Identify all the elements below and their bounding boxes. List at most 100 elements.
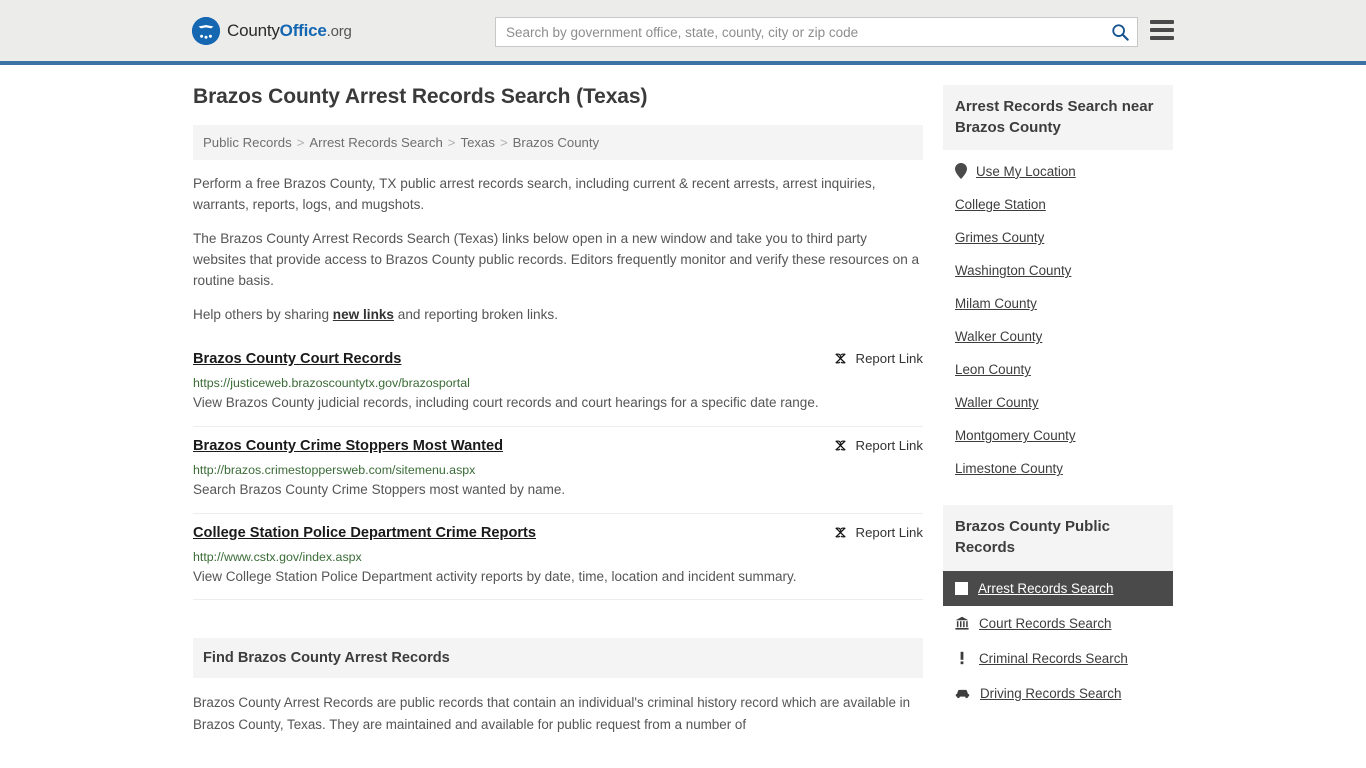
sidebar-item-waller-county[interactable]: Waller County [943,386,1173,419]
sidebar-link-milam-county[interactable]: Milam County [955,296,1037,311]
find-records-paragraph: Brazos County Arrest Records are public … [193,695,911,732]
nearby-search-heading: Arrest Records Search near Brazos County [955,98,1154,136]
sidebar-link-court-records-search[interactable]: Court Records Search [979,616,1111,631]
sidebar-item-leon-county[interactable]: Leon County [943,353,1173,386]
result-item: Brazos County Crime Stoppers Most Wanted [193,427,923,514]
fingerprint-square-icon [955,581,968,595]
sidebar-link-use-my-location[interactable]: Use My Location [976,164,1076,179]
result-header: College Station Police Department Crime … [193,524,923,543]
breadcrumb-item-arrest-records-search[interactable]: Arrest Records Search [309,135,442,150]
courthouse-icon [955,616,969,630]
sidebar-link-arrest-records-search[interactable]: Arrest Records Search [978,581,1113,596]
sidebar-item-court-records-search[interactable]: Court Records Search [943,606,1173,641]
sidebar-link-driving-records-search[interactable]: Driving Records Search [980,686,1121,701]
result-url[interactable]: https://justiceweb.brazoscountytx.gov/br… [193,376,923,390]
map-pin-icon [955,163,967,180]
result-url[interactable]: http://brazos.crimestoppersweb.com/sitem… [193,463,923,477]
sidebar-item-grimes-county[interactable]: Grimes County [943,221,1173,254]
broken-link-icon [833,351,848,366]
sidebar-item-college-station[interactable]: College Station [943,188,1173,221]
hamburger-menu-icon[interactable] [1150,20,1174,40]
hamburger-bar [1150,28,1174,32]
result-header: Brazos County Court Records Report Link [193,350,923,369]
sidebar-link-montgomery-county[interactable]: Montgomery County [955,428,1076,443]
breadcrumb-item-public-records[interactable]: Public Records [203,135,292,150]
sidebar-item-milam-county[interactable]: Milam County [943,287,1173,320]
intro-text: Perform a free Brazos County, TX public … [193,174,923,326]
result-description: View Brazos County judicial records, inc… [193,394,819,410]
report-link-label: Report Link [855,524,923,540]
breadcrumb-separator: > [296,135,305,150]
sidebar-item-criminal-records-search[interactable]: Criminal Records Search [943,641,1173,676]
intro-paragraph-1: Perform a free Brazos County, TX public … [193,176,876,212]
hamburger-bar [1150,20,1174,24]
broken-link-icon [833,438,848,453]
logo-text-bold: Office [279,20,327,40]
sidebar-item-arrest-records-search[interactable]: Arrest Records Search [943,570,1173,606]
result-item: Brazos County Court Records Report Link … [193,340,923,427]
sidebar-link-college-station[interactable]: College Station [955,197,1046,212]
sidebar-item-washington-county[interactable]: Washington County [943,254,1173,287]
result-header: Brazos County Crime Stoppers Most Wanted [193,437,923,456]
hamburger-bar [1150,36,1174,40]
site-logo-text: CountyOffice.org [227,21,352,41]
countyoffice-emblem-icon [192,16,220,45]
main-column: Brazos County Arrest Records Search (Tex… [193,85,923,735]
sidebar-item-use-my-location[interactable]: Use My Location [943,154,1173,188]
broken-link-icon [833,525,848,540]
site-header: CountyOffice.org [0,0,1366,65]
sidebar-link-limestone-county[interactable]: Limestone County [955,461,1063,476]
report-link-label: Report Link [855,437,923,453]
search-icon [1111,23,1129,41]
sidebar-item-walker-county[interactable]: Walker County [943,320,1173,353]
new-links-link[interactable]: new links [333,307,394,322]
find-records-body: Brazos County Arrest Records are public … [193,692,923,735]
sidebar-item-montgomery-county[interactable]: Montgomery County [943,419,1173,452]
breadcrumb-item-brazos-county[interactable]: Brazos County [513,135,600,150]
sidebar-link-washington-county[interactable]: Washington County [955,263,1071,278]
search-bar[interactable] [495,17,1138,47]
report-link-button[interactable]: Report Link [833,351,923,366]
result-title-link[interactable]: Brazos County Crime Stoppers Most Wanted [193,437,503,456]
logo-text-suffix: .org [326,22,352,40]
content-container: Brazos County Arrest Records Search (Tex… [193,65,1173,735]
nearby-search-heading-band: Arrest Records Search near Brazos County [943,85,1173,151]
report-link-button[interactable]: Report Link [833,525,923,540]
result-title-link[interactable]: Brazos County Court Records [193,350,401,369]
result-url[interactable]: http://www.cstx.gov/index.aspx [193,550,923,564]
report-link-button[interactable]: Report Link [833,438,923,453]
result-description: Search Brazos County Crime Stoppers most… [193,481,566,497]
find-records-heading: Find Brazos County Arrest Records [203,650,450,667]
sidebar-item-driving-records-search[interactable]: Driving Records Search [943,676,1173,711]
public-records-heading: Brazos County Public Records [955,518,1111,557]
intro-p3-before: Help others by sharing [193,307,333,323]
sidebar-link-criminal-records-search[interactable]: Criminal Records Search [979,651,1128,666]
intro-paragraph-3: Help others by sharing new links and rep… [193,305,923,326]
sidebar-link-walker-county[interactable]: Walker County [955,329,1042,344]
sidebar-link-grimes-county[interactable]: Grimes County [955,230,1044,245]
breadcrumb-item-texas[interactable]: Texas [460,135,494,150]
result-description: View College Station Police Department a… [193,568,797,584]
intro-paragraph-2: The Brazos County Arrest Records Search … [193,231,920,288]
nearby-search-list: Use My Location College Station Grimes C… [943,154,1173,485]
result-title-link[interactable]: College Station Police Department Crime … [193,524,536,543]
result-item: College Station Police Department Crime … [193,514,923,601]
page-title: Brazos County Arrest Records Search (Tex… [193,85,648,108]
public-records-heading-band: Brazos County Public Records [943,505,1173,571]
intro-p3-after: and reporting broken links. [394,307,558,323]
sidebar-link-waller-county[interactable]: Waller County [955,395,1039,410]
sidebar-item-limestone-county[interactable]: Limestone County [943,452,1173,485]
breadcrumb-separator: > [447,135,456,150]
site-logo[interactable]: CountyOffice.org [192,16,352,45]
search-input[interactable] [496,18,1103,46]
find-records-band: Find Brazos County Arrest Records [193,638,923,679]
breadcrumb-separator: > [499,135,508,150]
page-body: Brazos County Arrest Records Search (Tex… [0,65,1366,735]
search-button[interactable] [1103,18,1137,46]
report-link-label: Report Link [855,350,923,366]
logo-text-first: County [227,20,280,40]
exclamation-icon [955,651,969,665]
sidebar-link-leon-county[interactable]: Leon County [955,362,1031,377]
breadcrumb: Public Records > Arrest Records Search > Tex… [193,125,923,160]
car-icon [955,687,970,699]
